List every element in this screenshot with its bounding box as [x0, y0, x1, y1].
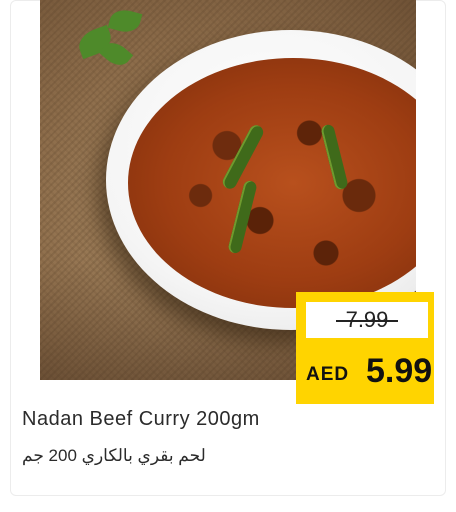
- coriander-leaf: [107, 6, 143, 36]
- product-title-ar[interactable]: لحم بقري بالكاري 200 جم: [22, 446, 206, 466]
- product-title-en[interactable]: Nadan Beef Curry 200gm: [22, 408, 260, 431]
- sale-price: 5.99: [366, 352, 433, 390]
- currency-label: AED: [306, 364, 350, 385]
- strikethrough-line: [336, 320, 398, 322]
